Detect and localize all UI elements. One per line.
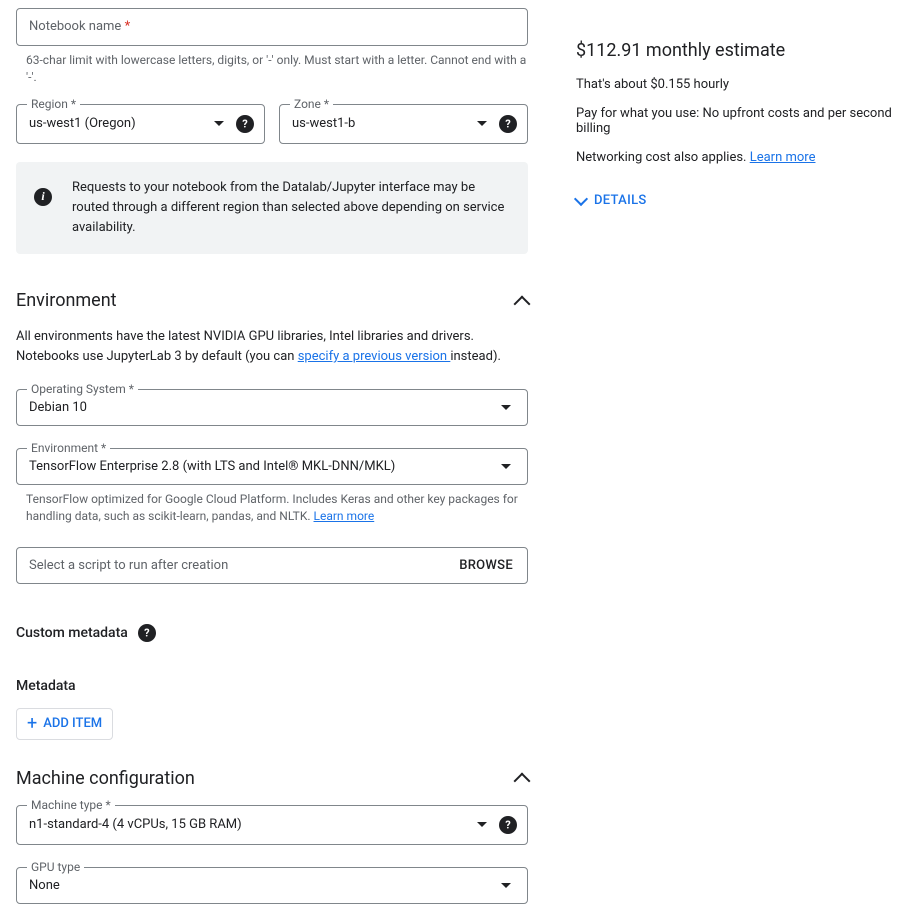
help-icon[interactable] (499, 115, 517, 133)
chevron-up-icon (514, 295, 531, 312)
chevron-down-icon (501, 883, 511, 888)
environment-helper: TensorFlow optimized for Google Cloud Pl… (26, 491, 528, 525)
environment-description: All environments have the latest NVIDIA … (16, 327, 528, 367)
gpu-type-select[interactable]: GPU type None (16, 867, 528, 904)
pricing-learn-more-link[interactable]: Learn more (750, 150, 816, 165)
help-icon[interactable] (236, 115, 254, 133)
zone-select[interactable]: Zone * us-west1-b (279, 104, 528, 144)
startup-script-field[interactable]: BROWSE (16, 547, 528, 584)
metadata-heading: Metadata (16, 678, 528, 694)
zone-value: us-west1-b (292, 116, 465, 131)
specify-version-link[interactable]: specify a previous version (298, 349, 451, 364)
machine-type-select[interactable]: Machine type * n1-standard-4 (4 vCPUs, 1… (16, 805, 528, 845)
notebook-name-field[interactable]: Notebook name * (16, 8, 528, 46)
machine-config-title: Machine configuration (16, 768, 195, 789)
zone-label: Zone * (290, 97, 333, 111)
routing-info-box: Requests to your notebook from the Datal… (16, 162, 528, 254)
price-payfor: Pay for what you use: No upfront costs a… (576, 106, 897, 136)
price-networking: Networking cost also applies. Learn more (576, 150, 897, 165)
chevron-down-icon (501, 405, 511, 410)
chevron-down-icon (574, 191, 588, 205)
environment-title: Environment (16, 290, 117, 311)
gpu-type-value: None (29, 878, 489, 893)
info-icon (34, 188, 52, 206)
environment-section-header[interactable]: Environment (16, 290, 528, 311)
price-estimate-title: $112.91 monthly estimate (576, 40, 897, 61)
price-hourly: That's about $0.155 hourly (576, 77, 897, 92)
notebook-name-input[interactable] (17, 9, 527, 44)
help-icon[interactable] (138, 624, 156, 642)
machine-config-header[interactable]: Machine configuration (16, 768, 528, 789)
env-learn-more-link[interactable]: Learn more (314, 509, 375, 523)
chevron-up-icon (514, 773, 531, 790)
add-item-button[interactable]: + ADD ITEM (16, 708, 113, 740)
region-value: us-west1 (Oregon) (29, 116, 202, 131)
custom-metadata-heading: Custom metadata (16, 624, 528, 642)
chevron-down-icon (477, 121, 487, 126)
chevron-down-icon (477, 822, 487, 827)
startup-script-input[interactable] (29, 550, 459, 581)
machine-type-value: n1-standard-4 (4 vCPUs, 15 GB RAM) (29, 817, 465, 832)
environment-value: TensorFlow Enterprise 2.8 (with LTS and … (29, 459, 489, 474)
details-toggle[interactable]: DETAILS (576, 193, 647, 208)
routing-info-text: Requests to your notebook from the Datal… (72, 178, 510, 238)
machine-type-label: Machine type * (27, 798, 115, 812)
plus-icon: + (27, 715, 37, 733)
environment-select[interactable]: Environment * TensorFlow Enterprise 2.8 … (16, 448, 528, 485)
help-icon[interactable] (499, 816, 517, 834)
region-label: Region * (27, 97, 80, 111)
os-label: Operating System * (27, 382, 138, 396)
browse-button[interactable]: BROWSE (459, 550, 513, 581)
chevron-down-icon (501, 464, 511, 469)
os-select[interactable]: Operating System * Debian 10 (16, 389, 528, 426)
chevron-down-icon (214, 121, 224, 126)
region-select[interactable]: Region * us-west1 (Oregon) (16, 104, 265, 144)
notebook-name-helper: 63-char limit with lowercase letters, di… (26, 52, 528, 86)
environment-label: Environment * (27, 441, 110, 455)
os-value: Debian 10 (29, 400, 489, 415)
